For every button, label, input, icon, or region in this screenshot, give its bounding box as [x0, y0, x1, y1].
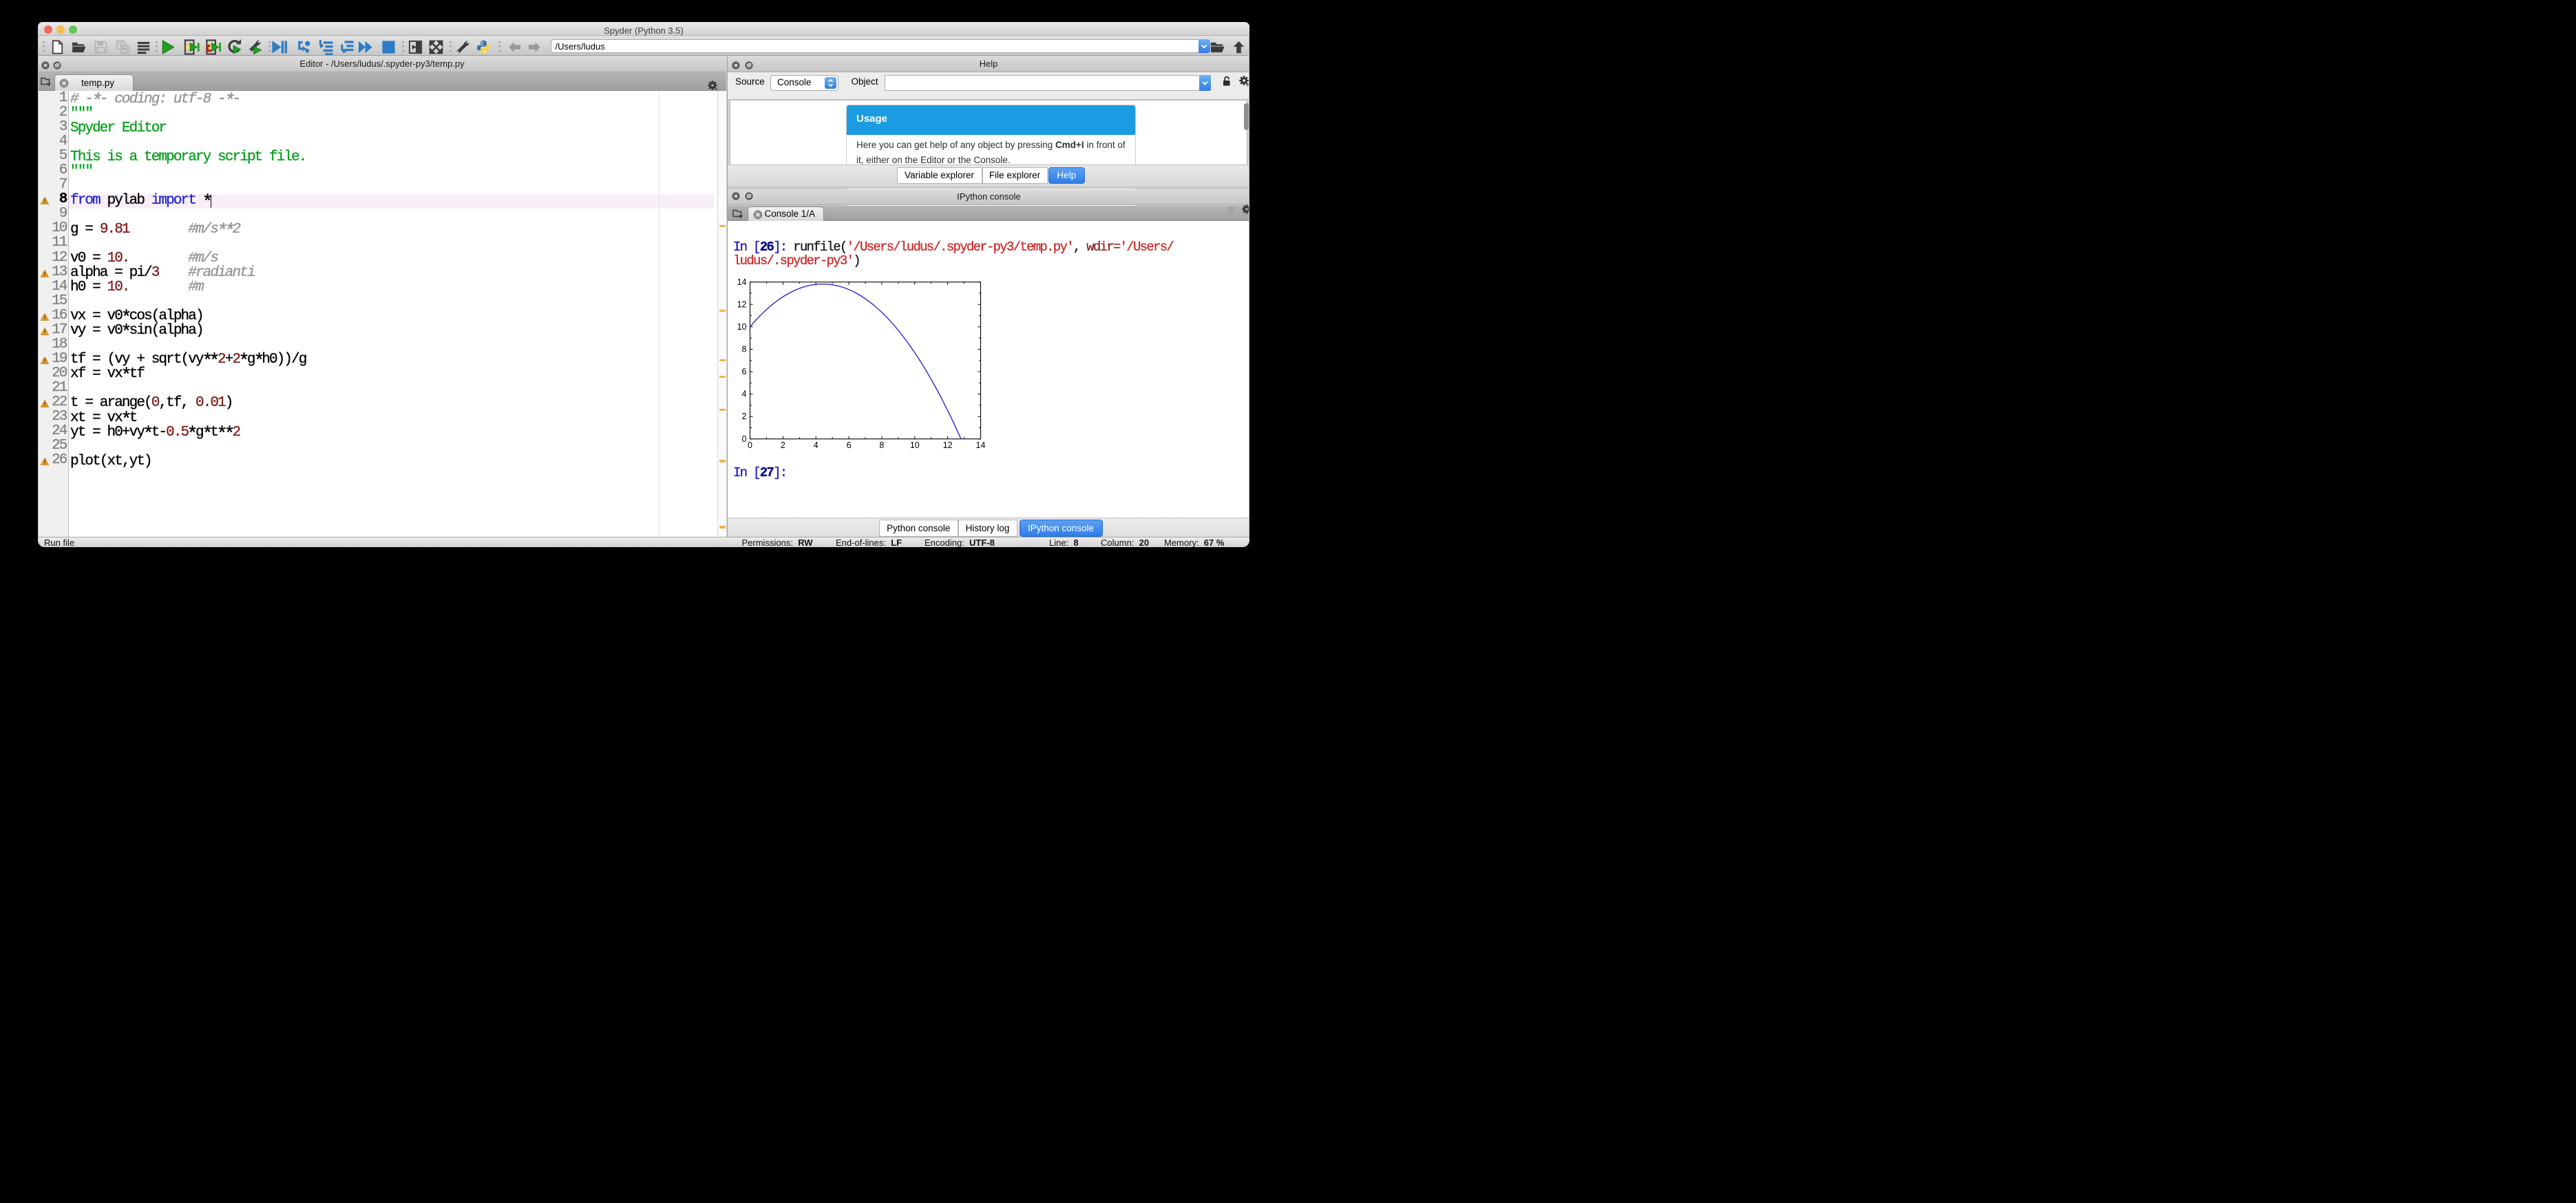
svg-text:4: 4 — [814, 440, 819, 450]
svg-text:12: 12 — [737, 300, 747, 310]
svg-text:2: 2 — [781, 440, 785, 450]
svg-text:14: 14 — [737, 277, 747, 287]
svg-text:6: 6 — [742, 367, 747, 376]
svg-text:2: 2 — [742, 412, 747, 421]
svg-text:10: 10 — [737, 322, 747, 332]
svg-text:12: 12 — [943, 440, 953, 450]
svg-text:14: 14 — [976, 440, 986, 450]
svg-text:10: 10 — [910, 440, 920, 450]
svg-text:0: 0 — [748, 440, 752, 450]
svg-text:0: 0 — [742, 434, 747, 444]
svg-text:4: 4 — [742, 390, 747, 399]
svg-text:8: 8 — [742, 345, 747, 354]
svg-text:8: 8 — [879, 440, 884, 450]
svg-text:6: 6 — [847, 440, 852, 450]
